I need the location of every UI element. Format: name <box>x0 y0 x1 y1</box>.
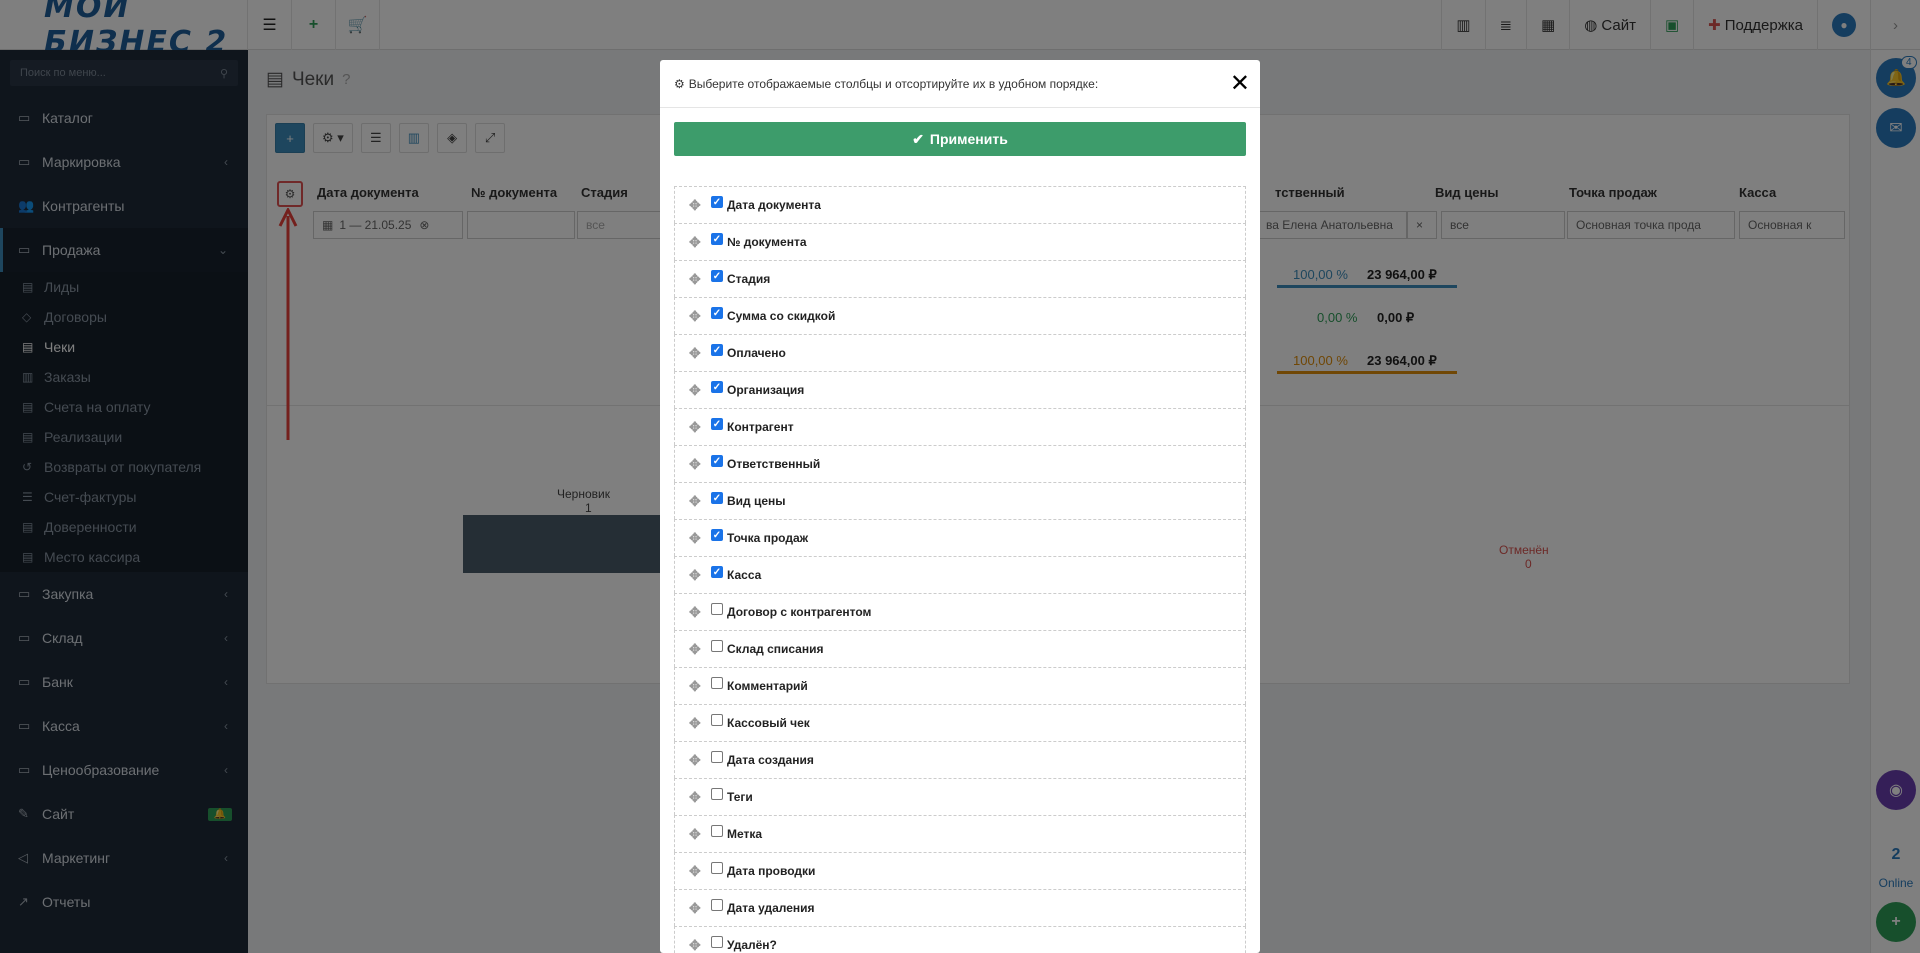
drag-handle-icon[interactable]: ✥ <box>689 530 711 547</box>
drag-handle-icon[interactable]: ✥ <box>689 641 711 658</box>
column-option-label: Дата проводки <box>727 864 816 878</box>
column-option-label: Сумма со скидкой <box>727 309 836 323</box>
column-option-row[interactable]: ✥ ✓ № документа <box>674 223 1246 260</box>
column-checkbox[interactable] <box>711 936 723 948</box>
column-option-label: Оплачено <box>727 346 786 360</box>
column-checkbox[interactable] <box>711 640 723 652</box>
column-checkbox[interactable]: ✓ <box>711 307 723 319</box>
column-option-row[interactable]: ✥ Дата создания <box>674 741 1246 778</box>
drag-handle-icon[interactable]: ✥ <box>689 567 711 584</box>
column-option-row[interactable]: ✥ ✓ Точка продаж <box>674 519 1246 556</box>
column-option-row[interactable]: ✥ ✓ Касса <box>674 556 1246 593</box>
drag-handle-icon[interactable]: ✥ <box>689 604 711 621</box>
drag-handle-icon[interactable]: ✥ <box>689 789 711 806</box>
column-option-row[interactable]: ✥ Склад списания <box>674 630 1246 667</box>
column-checkbox[interactable] <box>711 603 723 615</box>
column-checkbox[interactable] <box>711 899 723 911</box>
drag-handle-icon[interactable]: ✥ <box>689 715 711 732</box>
apply-button[interactable]: ✔ Применить <box>674 122 1246 156</box>
drag-handle-icon[interactable]: ✥ <box>689 456 711 473</box>
column-checkbox[interactable]: ✓ <box>711 344 723 356</box>
column-settings-modal: ⚙ Выберите отображаемые столбцы и отсорт… <box>660 60 1260 953</box>
column-option-row[interactable]: ✥ Дата проводки <box>674 852 1246 889</box>
column-option-label: Ответственный <box>727 457 821 471</box>
column-option-label: Удалён? <box>727 938 777 952</box>
column-option-label: Дата документа <box>727 198 821 212</box>
column-option-label: Стадия <box>727 272 771 286</box>
column-option-label: Метка <box>727 827 763 841</box>
column-checkbox[interactable]: ✓ <box>711 270 723 282</box>
drag-handle-icon[interactable]: ✥ <box>689 234 711 251</box>
drag-handle-icon[interactable]: ✥ <box>689 271 711 288</box>
column-option-row[interactable]: ✥ ✓ Стадия <box>674 260 1246 297</box>
column-checkbox[interactable]: ✓ <box>711 381 723 393</box>
close-icon[interactable]: ✕ <box>1230 72 1250 96</box>
drag-handle-icon[interactable]: ✥ <box>689 419 711 436</box>
column-option-row[interactable]: ✥ ✓ Дата документа <box>674 186 1246 223</box>
column-option-label: Контрагент <box>727 420 794 434</box>
columns-list: ✥ ✓ Дата документа ✥ ✓ № документа ✥ ✓ Стадия ✥ ✓ С… <box>674 186 1246 953</box>
column-option-label: Договор с контрагентом <box>727 605 872 619</box>
column-option-row[interactable]: ✥ ✓ Контрагент <box>674 408 1246 445</box>
column-option-label: № документа <box>727 235 807 249</box>
column-option-label: Кассовый чек <box>727 716 810 730</box>
column-option-label: Теги <box>727 790 753 804</box>
column-checkbox[interactable] <box>711 677 723 689</box>
column-option-label: Комментарий <box>727 679 808 693</box>
column-option-label: Организация <box>727 383 805 397</box>
column-option-row[interactable]: ✥ Удалён? <box>674 926 1246 953</box>
drag-handle-icon[interactable]: ✥ <box>689 863 711 880</box>
column-option-label: Точка продаж <box>727 531 809 545</box>
column-option-label: Касса <box>727 568 762 582</box>
column-option-row[interactable]: ✥ ✓ Оплачено <box>674 334 1246 371</box>
column-checkbox[interactable]: ✓ <box>711 455 723 467</box>
column-option-row[interactable]: ✥ Теги <box>674 778 1246 815</box>
column-option-row[interactable]: ✥ ✓ Вид цены <box>674 482 1246 519</box>
column-checkbox[interactable] <box>711 862 723 874</box>
column-checkbox[interactable]: ✓ <box>711 196 723 208</box>
column-checkbox[interactable] <box>711 714 723 726</box>
column-checkbox[interactable]: ✓ <box>711 418 723 430</box>
gear-icon: ⚙ <box>674 76 685 91</box>
drag-handle-icon[interactable]: ✥ <box>689 900 711 917</box>
drag-handle-icon[interactable]: ✥ <box>689 937 711 953</box>
modal-header: ⚙ Выберите отображаемые столбцы и отсорт… <box>660 60 1260 108</box>
drag-handle-icon[interactable]: ✥ <box>689 493 711 510</box>
apply-label: Применить <box>929 131 1008 147</box>
column-checkbox[interactable] <box>711 825 723 837</box>
column-checkbox[interactable]: ✓ <box>711 233 723 245</box>
column-option-label: Склад списания <box>727 642 824 656</box>
column-checkbox[interactable] <box>711 751 723 763</box>
column-option-row[interactable]: ✥ ✓ Сумма со скидкой <box>674 297 1246 334</box>
drag-handle-icon[interactable]: ✥ <box>689 197 711 214</box>
drag-handle-icon[interactable]: ✥ <box>689 826 711 843</box>
drag-handle-icon[interactable]: ✥ <box>689 308 711 325</box>
drag-handle-icon[interactable]: ✥ <box>689 678 711 695</box>
column-checkbox[interactable]: ✓ <box>711 492 723 504</box>
column-option-row[interactable]: ✥ Комментарий <box>674 667 1246 704</box>
column-option-row[interactable]: ✥ Договор с контрагентом <box>674 593 1246 630</box>
column-option-row[interactable]: ✥ Метка <box>674 815 1246 852</box>
modal-title: Выберите отображаемые столбцы и отсортир… <box>688 76 1099 91</box>
drag-handle-icon[interactable]: ✥ <box>689 382 711 399</box>
column-checkbox[interactable]: ✓ <box>711 566 723 578</box>
column-checkbox[interactable]: ✓ <box>711 529 723 541</box>
column-checkbox[interactable] <box>711 788 723 800</box>
column-option-row[interactable]: ✥ ✓ Ответственный <box>674 445 1246 482</box>
check-icon: ✔ <box>912 130 924 147</box>
column-option-label: Вид цены <box>727 494 786 508</box>
column-option-row[interactable]: ✥ Дата удаления <box>674 889 1246 926</box>
column-option-label: Дата создания <box>727 753 814 767</box>
column-option-label: Дата удаления <box>727 901 815 915</box>
drag-handle-icon[interactable]: ✥ <box>689 752 711 769</box>
column-option-row[interactable]: ✥ Кассовый чек <box>674 704 1246 741</box>
drag-handle-icon[interactable]: ✥ <box>689 345 711 362</box>
column-option-row[interactable]: ✥ ✓ Организация <box>674 371 1246 408</box>
